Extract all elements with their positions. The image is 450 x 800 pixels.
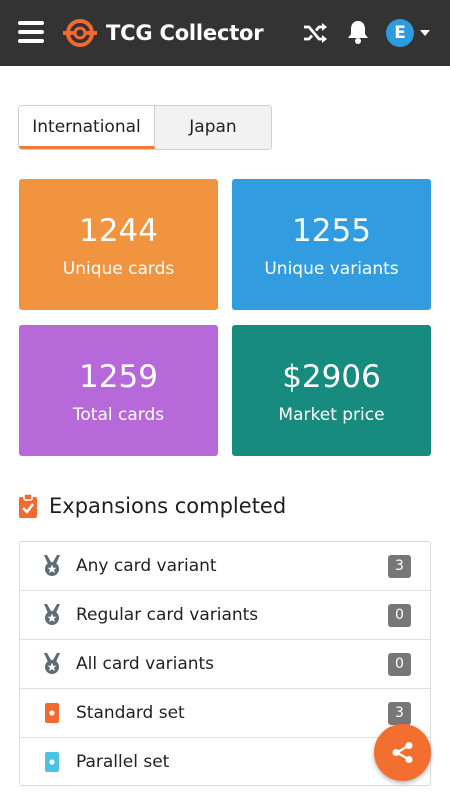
- stat-card-total-cards: 1259 Total cards: [19, 325, 218, 456]
- list-item-label: Regular card variants: [76, 605, 259, 625]
- list-item[interactable]: All card variants 0: [20, 640, 430, 689]
- stat-label: Market price: [278, 405, 385, 425]
- list-item[interactable]: Regular card variants 0: [20, 591, 430, 640]
- stat-label: Unique variants: [264, 259, 399, 279]
- stat-card-unique-variants: 1255 Unique variants: [232, 179, 431, 310]
- expansions-list: Any card variant 3 Regular card variants…: [19, 541, 431, 786]
- list-item-label: Standard set: [76, 703, 185, 723]
- top-bar: TCG Collector E: [0, 0, 450, 66]
- stat-label: Unique cards: [62, 259, 175, 279]
- list-item[interactable]: Parallel set: [20, 738, 430, 787]
- logo-icon[interactable]: [63, 19, 97, 47]
- tab-international[interactable]: International: [19, 106, 155, 149]
- medal-icon: [44, 555, 60, 576]
- parallel-set-icon: [45, 752, 59, 772]
- list-item-label: Parallel set: [76, 752, 170, 772]
- count-badge: 0: [388, 653, 411, 676]
- app-title[interactable]: TCG Collector: [106, 18, 264, 48]
- tab-japan[interactable]: Japan: [155, 106, 271, 149]
- menu-icon[interactable]: [18, 21, 44, 43]
- stat-value: 1244: [79, 213, 158, 249]
- share-icon: [392, 742, 413, 763]
- avatar[interactable]: E: [386, 19, 414, 47]
- list-item[interactable]: Standard set 3: [20, 689, 430, 738]
- bell-icon[interactable]: [346, 19, 370, 45]
- caret-down-icon[interactable]: [420, 30, 430, 36]
- stat-value: 1255: [292, 213, 371, 249]
- stat-value: 1259: [79, 359, 158, 395]
- section-title: Expansions completed: [49, 494, 287, 518]
- stat-card-unique-cards: 1244 Unique cards: [19, 179, 218, 310]
- stat-value: $2906: [282, 359, 381, 395]
- medal-icon: [44, 604, 60, 625]
- count-badge: 0: [388, 604, 411, 627]
- count-badge: 3: [388, 555, 411, 578]
- shuffle-icon[interactable]: [302, 20, 328, 46]
- list-item-label: All card variants: [76, 654, 215, 674]
- standard-set-icon: [45, 703, 59, 723]
- count-badge: 3: [388, 702, 411, 725]
- list-item[interactable]: Any card variant 3: [20, 542, 430, 591]
- stat-label: Total cards: [72, 405, 165, 425]
- list-item-label: Any card variant: [76, 556, 217, 576]
- stat-card-market-price: $2906 Market price: [232, 325, 431, 456]
- clipboard-check-icon: [19, 493, 37, 518]
- share-button[interactable]: [374, 724, 431, 781]
- region-tabs: International Japan: [18, 105, 272, 150]
- medal-icon: [44, 653, 60, 674]
